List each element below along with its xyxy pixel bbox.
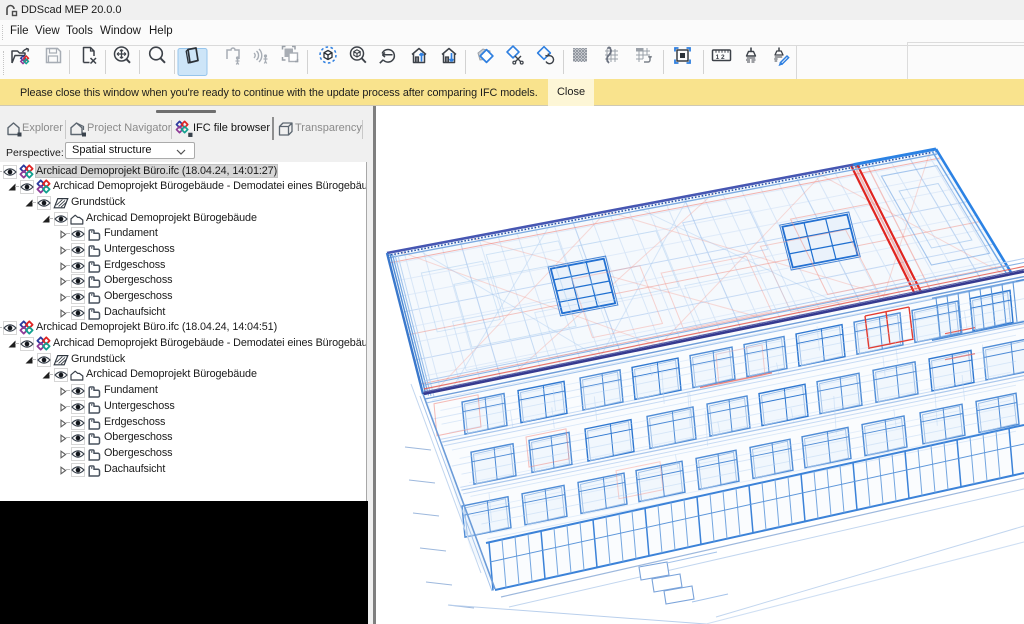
svg-text:1 2: 1 2	[716, 54, 725, 61]
